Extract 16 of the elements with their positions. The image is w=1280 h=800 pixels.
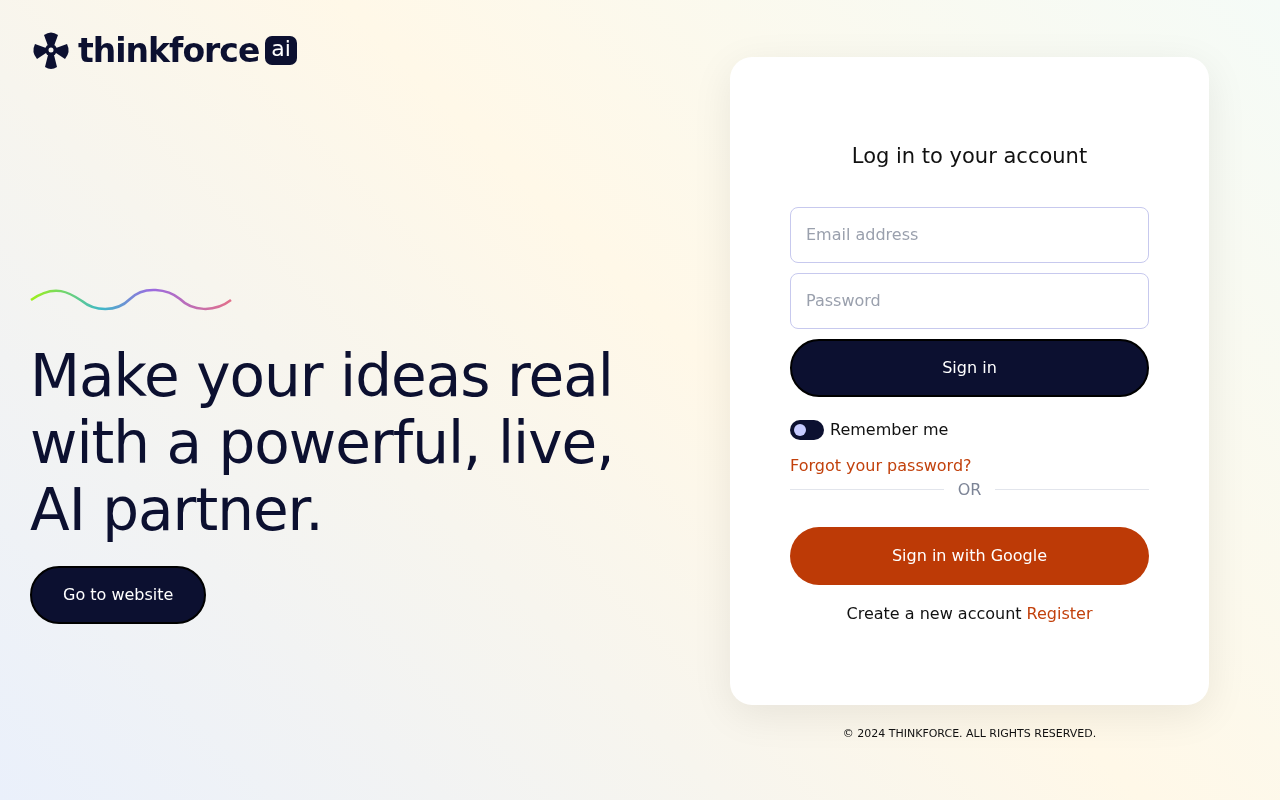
google-sign-in-button[interactable]: Sign in with Google — [790, 526, 1149, 585]
password-field[interactable]: Password — [790, 272, 1149, 329]
logo-text: thinkforce — [78, 33, 260, 67]
login-title: Log in to your account — [850, 143, 1089, 170]
or-divider-text: OR — [957, 478, 982, 501]
email-field[interactable]: Email address — [790, 206, 1149, 263]
remember-label: Remember me — [830, 418, 949, 441]
register-prompt: Create a new account — [846, 602, 1022, 625]
logo-badge: ai — [265, 35, 297, 65]
sign-in-button[interactable]: Sign in — [790, 338, 1149, 397]
copyright-text: © 2024 THINKFORCE. ALL RIGHTS RESERVED. — [842, 726, 1097, 742]
remember-toggle[interactable] — [790, 419, 824, 440]
register-link[interactable]: Register — [1026, 601, 1093, 626]
forgot-password-link[interactable]: Forgot your password? — [790, 453, 972, 478]
headline: Make your ideas real with a powerful, live, AI partner. — [30, 343, 615, 544]
go-to-website-button[interactable]: Go to website — [30, 566, 207, 624]
